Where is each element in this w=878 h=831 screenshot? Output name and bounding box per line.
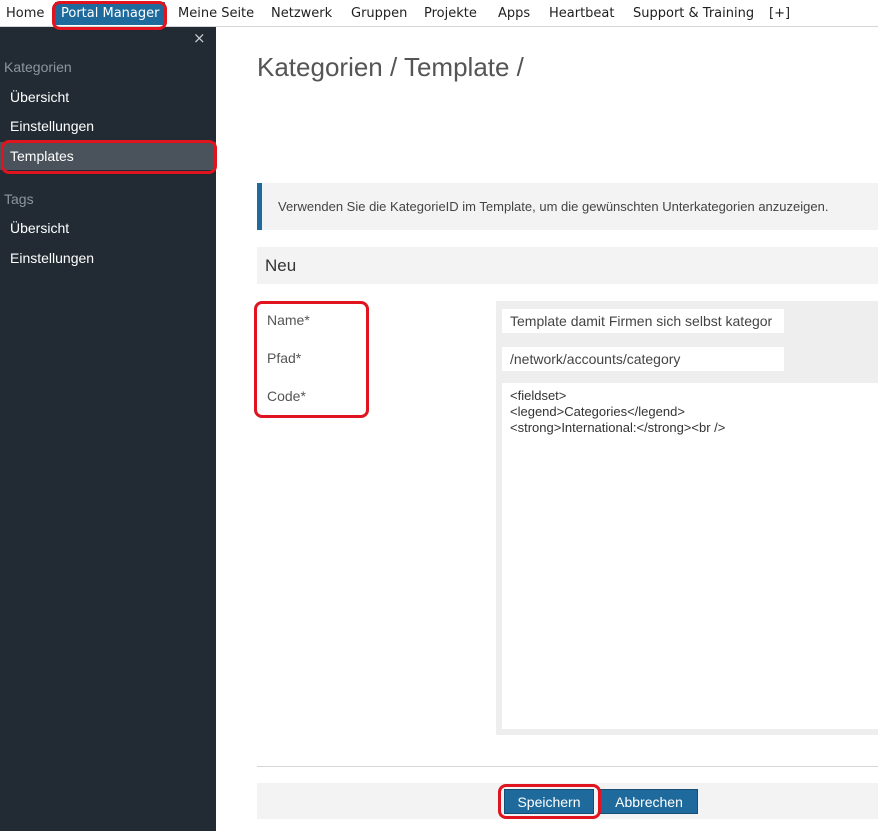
- divider: [257, 766, 878, 767]
- sidebar: × Kategorien Übersicht Einstellungen Tem…: [0, 27, 216, 831]
- form-fields: Template damit Firmen sich selbst katego…: [496, 301, 878, 735]
- page-title: Kategorien / Template /: [257, 52, 524, 82]
- name-input[interactable]: Template damit Firmen sich selbst katego…: [502, 309, 784, 333]
- nav-netzwerk[interactable]: Netzwerk: [271, 0, 332, 27]
- save-button[interactable]: Speichern: [504, 789, 594, 814]
- close-icon[interactable]: ×: [193, 29, 206, 47]
- sidebar-section-kategorien: Kategorien: [4, 59, 72, 75]
- nav-apps[interactable]: Apps: [498, 0, 530, 27]
- path-input[interactable]: /network/accounts/category: [502, 347, 784, 371]
- sidebar-section-tags: Tags: [4, 191, 34, 207]
- name-label: Name*: [267, 312, 310, 328]
- code-textarea[interactable]: <fieldset> <legend>Categories</legend> <…: [502, 383, 878, 729]
- cancel-button[interactable]: Abbrechen: [600, 789, 698, 814]
- nav-add-more[interactable]: [+]: [769, 0, 790, 27]
- sidebar-item-kategorien-uebersicht[interactable]: Übersicht: [0, 83, 216, 111]
- sidebar-item-templates[interactable]: Templates: [0, 142, 216, 170]
- main-content: Kategorien / Template / Verwenden Sie di…: [216, 27, 878, 831]
- nav-gruppen[interactable]: Gruppen: [351, 0, 407, 27]
- nav-home[interactable]: Home: [6, 0, 44, 27]
- sidebar-item-tags-uebersicht[interactable]: Übersicht: [0, 214, 216, 242]
- nav-heartbeat[interactable]: Heartbeat: [549, 0, 615, 27]
- path-label: Pfad*: [267, 350, 302, 366]
- code-label: Code*: [267, 388, 306, 404]
- nav-support-training[interactable]: Support & Training: [633, 0, 754, 27]
- nav-meine-seite[interactable]: Meine Seite: [178, 0, 254, 27]
- nav-portal-manager[interactable]: Portal Manager: [55, 2, 166, 25]
- sidebar-item-tags-einstellungen[interactable]: Einstellungen: [0, 244, 216, 272]
- info-message: Verwenden Sie die KategorieID im Templat…: [257, 183, 878, 230]
- top-navigation: Home Portal Manager Meine Seite Netzwerk…: [0, 0, 878, 27]
- sidebar-item-kategorien-einstellungen[interactable]: Einstellungen: [0, 112, 216, 140]
- nav-projekte[interactable]: Projekte: [424, 0, 477, 27]
- form-header: Neu: [257, 247, 878, 284]
